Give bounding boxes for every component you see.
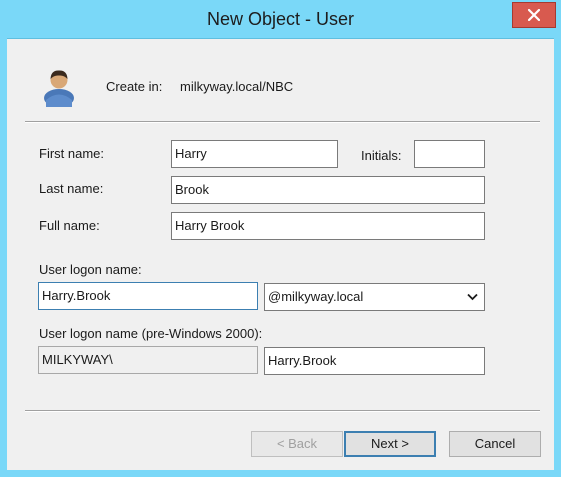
domain-suffix-value: @milkyway.local	[268, 289, 364, 304]
create-in-path: milkyway.local/NBC	[180, 79, 294, 94]
pre2000-name-input[interactable]: Harry.Brook	[264, 347, 485, 375]
close-button[interactable]	[512, 2, 556, 28]
chevron-down-icon	[467, 293, 478, 301]
logon-name-label: User logon name:	[39, 262, 142, 277]
full-name-label: Full name:	[39, 218, 100, 233]
pre2000-domain-field: MILKYWAY\	[38, 346, 258, 374]
initials-label: Initials:	[361, 148, 402, 163]
window-frame-left	[0, 38, 7, 477]
dialog-client-area	[7, 39, 554, 470]
full-name-input[interactable]: Harry Brook	[171, 212, 485, 240]
first-name-input[interactable]: Harry	[171, 140, 338, 168]
last-name-label: Last name:	[39, 181, 104, 196]
create-in-label: Create in:	[106, 79, 163, 94]
domain-suffix-select[interactable]: @milkyway.local	[264, 283, 485, 311]
window-title: New Object - User	[206, 9, 355, 29]
first-name-label: First name:	[39, 146, 105, 161]
dialog-window: New Object - User Create in: milkyway.lo…	[0, 0, 561, 477]
separator-bottom	[25, 410, 540, 412]
back-button[interactable]: < Back	[251, 431, 343, 457]
close-icon	[528, 9, 540, 21]
next-button[interactable]: Next >	[344, 431, 436, 457]
window-frame-bottom	[0, 470, 561, 477]
window-frame-right	[554, 38, 561, 477]
title-bar[interactable]: New Object - User	[0, 0, 561, 39]
logon-name-input[interactable]: Harry.Brook	[38, 282, 258, 310]
cancel-button[interactable]: Cancel	[449, 431, 541, 457]
last-name-input[interactable]: Brook	[171, 176, 485, 204]
user-icon	[44, 70, 74, 107]
pre2000-label: User logon name (pre-Windows 2000):	[39, 326, 263, 341]
separator-top	[25, 121, 540, 123]
initials-input[interactable]	[414, 140, 485, 168]
